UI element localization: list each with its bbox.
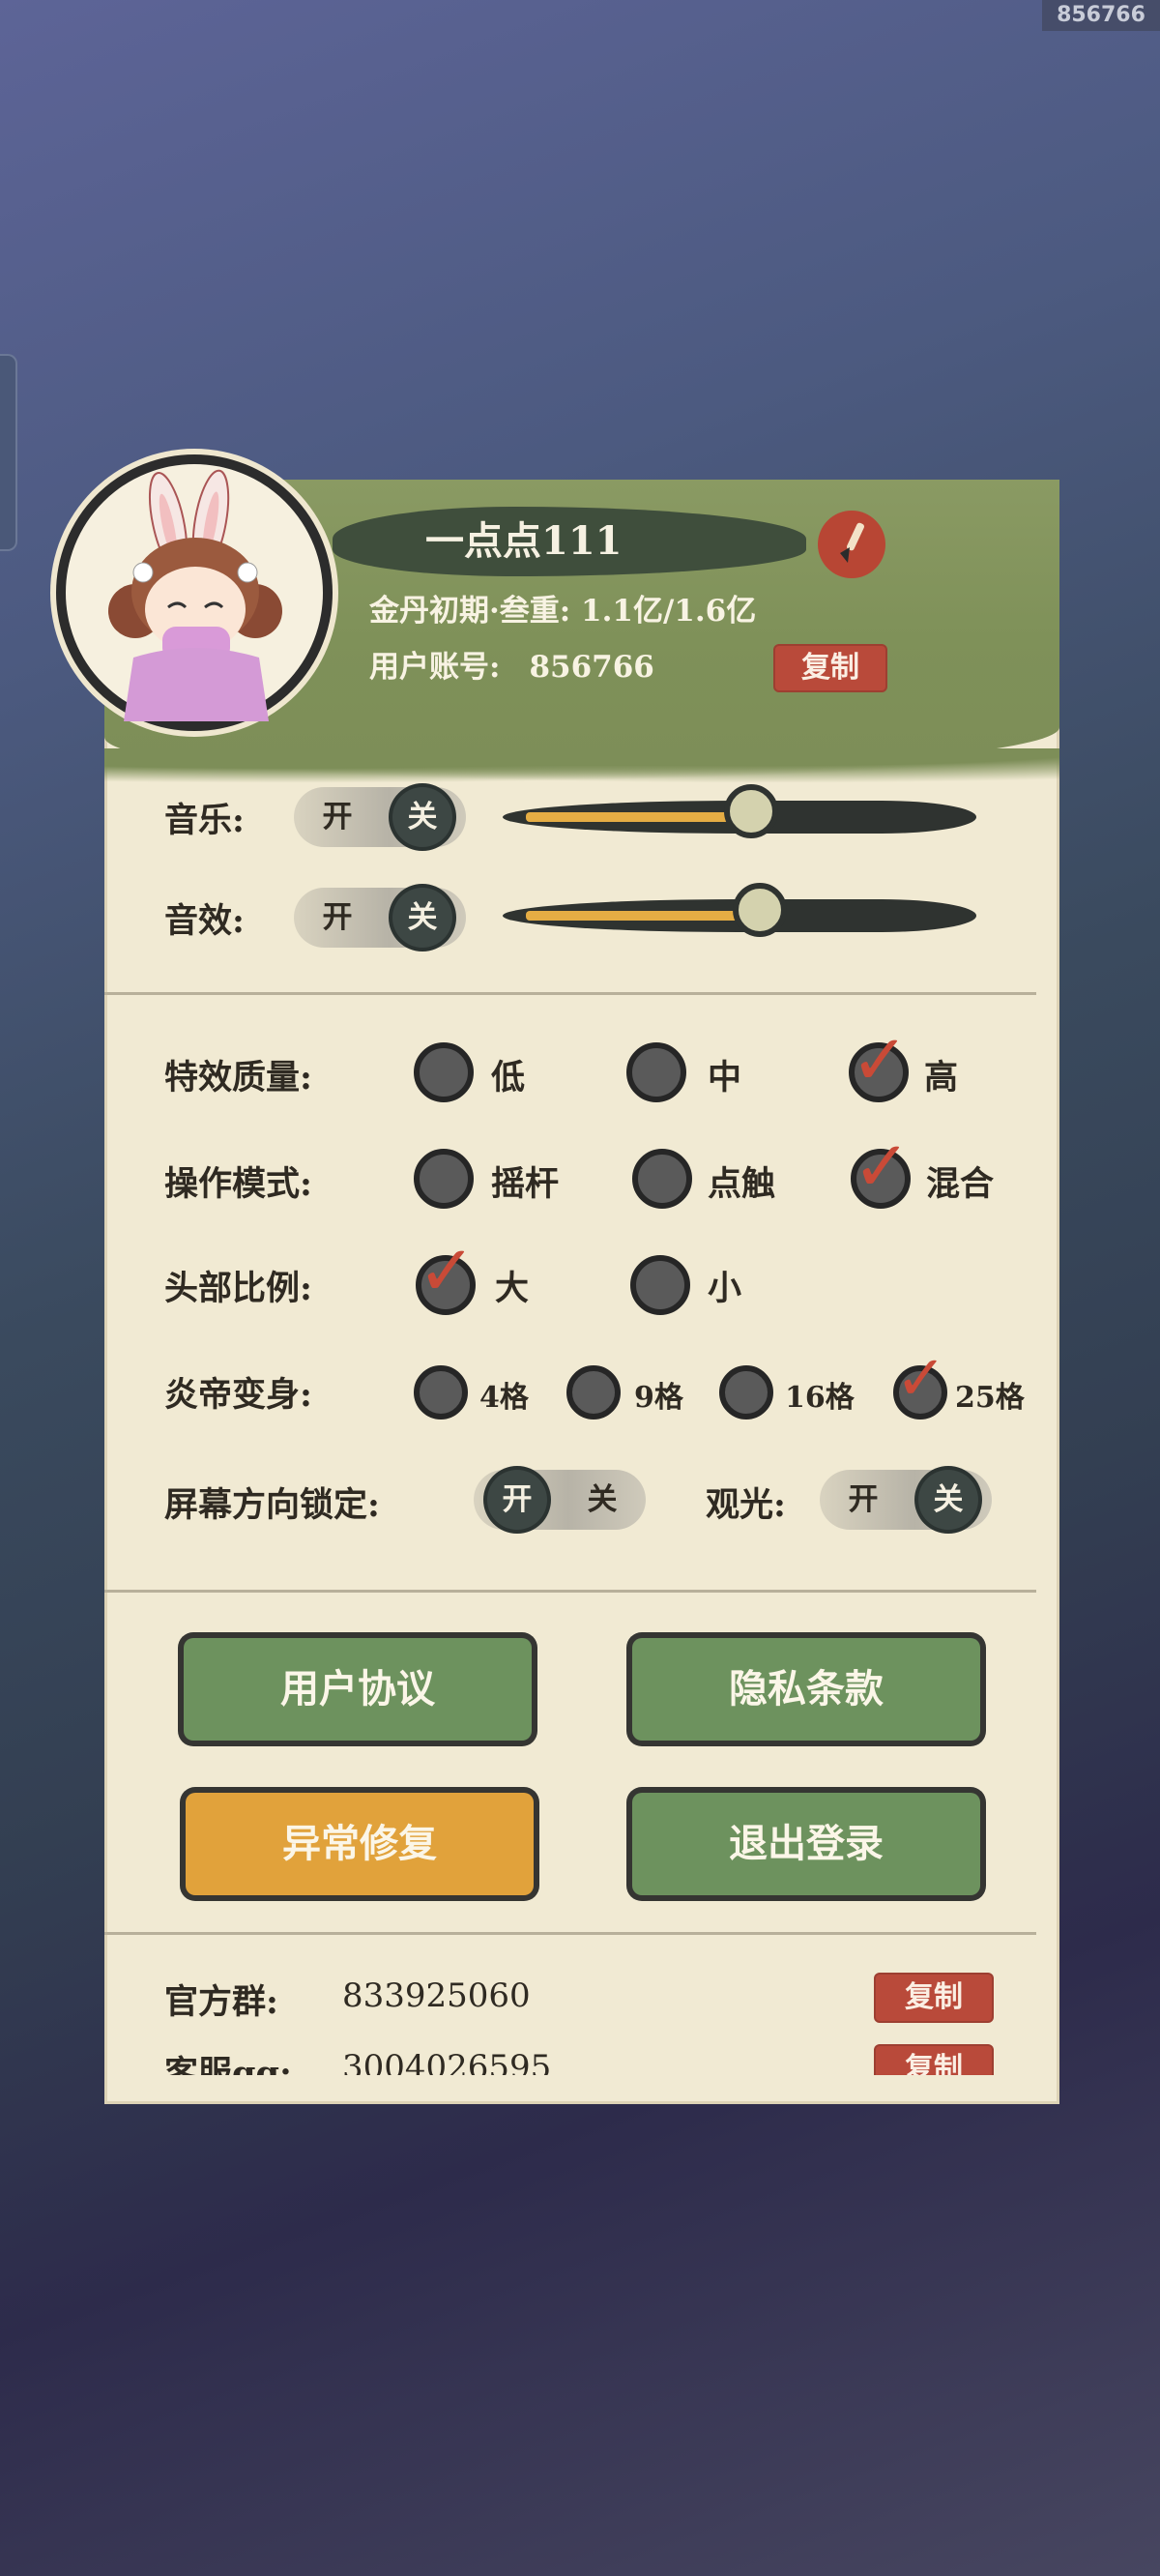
customer-service-label: 客服qq: [164,2054,292,2075]
head-label: 头部比例: [164,1269,312,1308]
edit-name-button[interactable] [818,511,885,578]
checkmark-icon: ✓ [895,1343,947,1415]
head-small-radio[interactable] [630,1255,690,1315]
transform-16-radio[interactable] [719,1365,773,1420]
music-label: 音乐: [164,801,245,840]
copy-service-button[interactable]: 复制 [874,2044,994,2075]
effects-mid-radio[interactable] [626,1042,686,1102]
control-label: 操作模式: [164,1164,312,1204]
cultivation-realm: 金丹初期·叁重: 1.1亿/1.6亿 [369,594,757,629]
divider [104,992,1036,995]
head-small-label: 小 [708,1269,742,1308]
copy-account-button[interactable]: 复制 [773,644,887,692]
sightseeing-off[interactable]: 关 [918,1470,978,1530]
transform-16-label: 16格 [785,1381,855,1415]
sound-off[interactable]: 关 [392,888,452,948]
sightseeing-on[interactable]: 开 [833,1470,893,1530]
transform-4-radio[interactable] [414,1365,468,1420]
effects-low-radio[interactable] [414,1042,474,1102]
music-toggle[interactable]: 开 关 [294,787,466,847]
checkmark-icon: ✓ [418,1230,477,1311]
repair-button[interactable]: 异常修复 [186,1793,534,1895]
control-mixed-label: 混合 [926,1164,995,1204]
avatar[interactable] [56,454,333,731]
sound-on[interactable]: 开 [307,888,367,948]
sound-volume-slider[interactable] [503,883,976,937]
screen-lock-on[interactable]: 开 [487,1470,547,1530]
account-id: 856766 [529,650,654,685]
screen-lock-off[interactable]: 关 [572,1470,632,1530]
checkmark-icon: ✓ [853,1126,912,1207]
music-on[interactable]: 开 [307,787,367,847]
sound-volume-knob[interactable] [733,883,787,937]
music-volume-fill [526,812,752,822]
effects-high-label: 高 [924,1058,959,1098]
transform-4-label: 4格 [479,1381,529,1415]
official-group-number: 833925060 [342,1976,531,2015]
user-agreement-button[interactable]: 用户协议 [184,1638,532,1741]
watermark: 856766 [1042,0,1160,31]
effects-label: 特效质量: [164,1058,312,1098]
sightseeing-label: 观光: [706,1485,786,1525]
control-joystick-radio[interactable] [414,1149,474,1209]
contact-scroll-area[interactable]: 客服qq: 3004026595 复制 [104,2027,1059,2075]
copy-group-button[interactable]: 复制 [874,1973,994,2023]
head-large-label: 大 [495,1269,530,1308]
account-row: 用户账号: 856766 [369,642,654,686]
side-handle[interactable] [0,354,17,551]
sound-label: 音效: [164,901,245,941]
screen-lock-label: 屏幕方向锁定: [164,1485,380,1525]
transform-9-label: 9格 [634,1381,683,1415]
sound-toggle[interactable]: 开 关 [294,888,466,948]
customer-service-number: 3004026595 [342,2048,552,2075]
player-name: 一点点111 [333,507,806,576]
sound-volume-fill [526,911,760,921]
bunny-girl-avatar-icon [108,469,282,721]
control-touch-label: 点触 [708,1164,776,1204]
official-group-label: 官方群: [164,1982,278,2022]
effects-low-label: 低 [491,1058,526,1098]
transform-9-radio[interactable] [566,1365,621,1420]
brush-icon [840,522,864,563]
music-volume-slider[interactable] [503,784,976,838]
checkmark-icon: ✓ [851,1019,910,1100]
divider [104,1932,1036,1935]
music-volume-knob[interactable] [724,784,779,838]
divider [104,1590,1036,1593]
privacy-policy-button[interactable]: 隐私条款 [632,1638,980,1741]
account-label: 用户账号: [369,650,501,685]
logout-button[interactable]: 退出登录 [632,1793,980,1895]
transform-25-label: 25格 [955,1381,1025,1415]
sightseeing-toggle[interactable]: 开 关 [820,1470,992,1530]
control-joystick-label: 摇杆 [491,1164,560,1204]
music-off[interactable]: 关 [392,787,452,847]
transform-label: 炎帝变身: [164,1375,312,1415]
control-touch-radio[interactable] [632,1149,692,1209]
screen-lock-toggle[interactable]: 开 关 [474,1470,646,1530]
effects-mid-label: 中 [708,1058,742,1098]
